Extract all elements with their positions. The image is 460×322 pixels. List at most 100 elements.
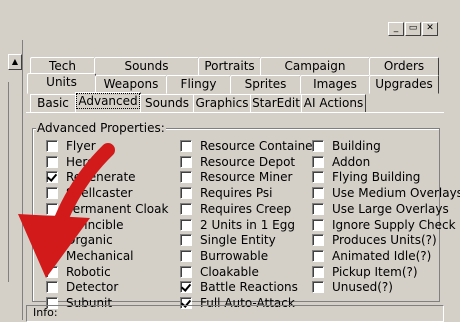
tab-orders[interactable]: Orders [369, 57, 439, 76]
checkbox-box[interactable] [46, 202, 58, 215]
checkbox-box[interactable] [312, 234, 324, 247]
checkbox-label: Robotic [66, 264, 111, 279]
checkbox-produces-units[interactable]: Produces Units(?) [312, 232, 437, 248]
checkbox-box[interactable] [312, 281, 324, 294]
scroll-up-icon[interactable]: ▲ [8, 54, 22, 70]
window-controls: _ ▭ ✕ [388, 22, 438, 36]
checkbox-box[interactable] [312, 171, 324, 184]
tab-flingy[interactable]: Flingy [166, 75, 231, 94]
checkbox-box[interactable] [180, 281, 192, 294]
checkbox-box[interactable] [180, 249, 192, 262]
checkbox-spellcaster[interactable]: Spellcaster [46, 185, 133, 201]
checkbox-detector[interactable]: Detector [46, 279, 118, 295]
checkbox-box[interactable] [312, 155, 324, 168]
subtab-advanced[interactable]: Advanced [75, 92, 141, 113]
checkbox-label: Cloakable [200, 264, 259, 279]
checkbox-robotic[interactable]: Robotic [46, 264, 111, 280]
info-label: Info: [33, 306, 58, 319]
checkbox-invincible[interactable]: Invincible [46, 217, 123, 233]
subtab-basic-label: Basic [37, 96, 69, 110]
checkbox-label: Hero [66, 154, 95, 169]
checkbox-cloakable[interactable]: Cloakable [180, 264, 259, 280]
tab-sounds[interactable]: Sounds [94, 57, 199, 76]
checkbox-requires-creep[interactable]: Requires Creep [180, 201, 291, 217]
checkbox-use-large-overlays[interactable]: Use Large Overlays [312, 201, 449, 217]
checkbox-mechanical[interactable]: Mechanical [46, 248, 134, 264]
checkbox-hero[interactable]: Hero [46, 154, 94, 170]
maximize-button[interactable]: ▭ [405, 22, 421, 36]
checkbox-flying-building[interactable]: Flying Building [312, 169, 420, 185]
checkbox-resource-depot[interactable]: Resource Depot [180, 154, 295, 170]
checkbox-label: Building [332, 139, 381, 153]
checkbox-box[interactable] [312, 187, 324, 200]
checkbox-box[interactable] [312, 202, 324, 215]
checkbox-box[interactable] [180, 234, 192, 247]
checkbox-resource-container[interactable]: Resource Container [180, 138, 318, 154]
subtab-staredit[interactable]: StarEdit [250, 94, 302, 113]
minimize-button[interactable]: _ [388, 22, 404, 36]
subtab-graphics[interactable]: Graphics [193, 94, 251, 113]
checkbox-ignore-supply-check[interactable]: Ignore Supply Check [312, 217, 456, 233]
checkbox-box[interactable] [180, 171, 192, 184]
checkbox-label: Unused(?) [332, 280, 393, 295]
checkbox-label: Mechanical [66, 248, 134, 263]
checkbox-regenerate[interactable]: Regenerate [46, 169, 136, 185]
checkbox-box[interactable] [46, 171, 58, 184]
checkbox-box[interactable] [46, 249, 58, 262]
checkbox-use-medium-overlays[interactable]: Use Medium Overlays [312, 185, 460, 201]
subtab-sounds[interactable]: Sounds [140, 94, 194, 113]
checkbox-label: Pickup Item(?) [332, 264, 418, 279]
checkbox-pickup-item[interactable]: Pickup Item(?) [312, 264, 418, 280]
checkbox-box[interactable] [46, 218, 58, 231]
checkbox-box[interactable] [46, 265, 58, 278]
checkbox-box[interactable] [312, 249, 324, 262]
checkbox-box[interactable] [46, 155, 58, 168]
checkbox-box[interactable] [46, 187, 58, 200]
checkbox-2-units-in-1-egg[interactable]: 2 Units in 1 Egg [180, 217, 295, 233]
subtab-basic[interactable]: Basic [30, 94, 76, 113]
editor-window: _ ▭ ✕ ▲ Tech Sounds Portraits Campaign O… [0, 0, 460, 322]
checkbox-box[interactable] [180, 218, 192, 231]
tab-upgrades[interactable]: Upgrades [369, 75, 439, 94]
tab-campaign[interactable]: Campaign [260, 57, 370, 76]
subtab-ai-actions[interactable]: AI Actions [301, 94, 366, 113]
checkbox-label: Produces Units(?) [332, 233, 437, 248]
checkbox-single-entity[interactable]: Single Entity [180, 232, 276, 248]
checkbox-box[interactable] [46, 281, 58, 294]
close-button[interactable]: ✕ [422, 22, 438, 36]
checkbox-flyer[interactable]: Flyer [46, 138, 96, 154]
checkbox-battle-reactions[interactable]: Battle Reactions [180, 279, 298, 295]
checkbox-label: Single Entity [200, 233, 276, 248]
checkbox-box[interactable] [46, 234, 58, 247]
checkbox-label: Addon [332, 154, 371, 169]
tab-portraits[interactable]: Portraits [198, 57, 261, 76]
checkbox-burrowable[interactable]: Burrowable [180, 248, 268, 264]
info-box: Info: [26, 305, 444, 322]
checkbox-building[interactable]: Building [312, 138, 381, 154]
checkbox-box[interactable] [180, 140, 192, 152]
left-pane-divider [8, 82, 21, 282]
tab-sprites[interactable]: Sprites [230, 75, 301, 94]
checkbox-requires-psi[interactable]: Requires Psi [180, 185, 272, 201]
checkbox-addon[interactable]: Addon [312, 154, 370, 170]
checkbox-box[interactable] [312, 218, 324, 231]
checkbox-label: Resource Miner [200, 170, 293, 185]
checkbox-permanent-cloak[interactable]: Permanent Cloak [46, 201, 168, 217]
tab-images[interactable]: Images [300, 75, 370, 94]
checkbox-box[interactable] [180, 187, 192, 200]
checkbox-animated-idle[interactable]: Animated Idle(?) [312, 248, 431, 264]
tab-units[interactable]: Units [27, 73, 96, 94]
checkbox-box[interactable] [180, 265, 192, 278]
checkbox-label: Requires Creep [200, 201, 292, 216]
checkbox-unused[interactable]: Unused(?) [312, 279, 393, 295]
checkbox-label: Burrowable [200, 248, 269, 263]
checkbox-resource-miner[interactable]: Resource Miner [180, 169, 292, 185]
checkbox-box[interactable] [180, 202, 192, 215]
checkbox-box[interactable] [312, 140, 324, 152]
checkbox-box[interactable] [180, 155, 192, 168]
checkbox-box[interactable] [312, 265, 324, 278]
checkbox-label: Use Large Overlays [332, 201, 449, 216]
checkbox-label: Invincible [66, 217, 124, 232]
checkbox-organic[interactable]: Organic [46, 232, 113, 248]
checkbox-box[interactable] [46, 140, 58, 152]
